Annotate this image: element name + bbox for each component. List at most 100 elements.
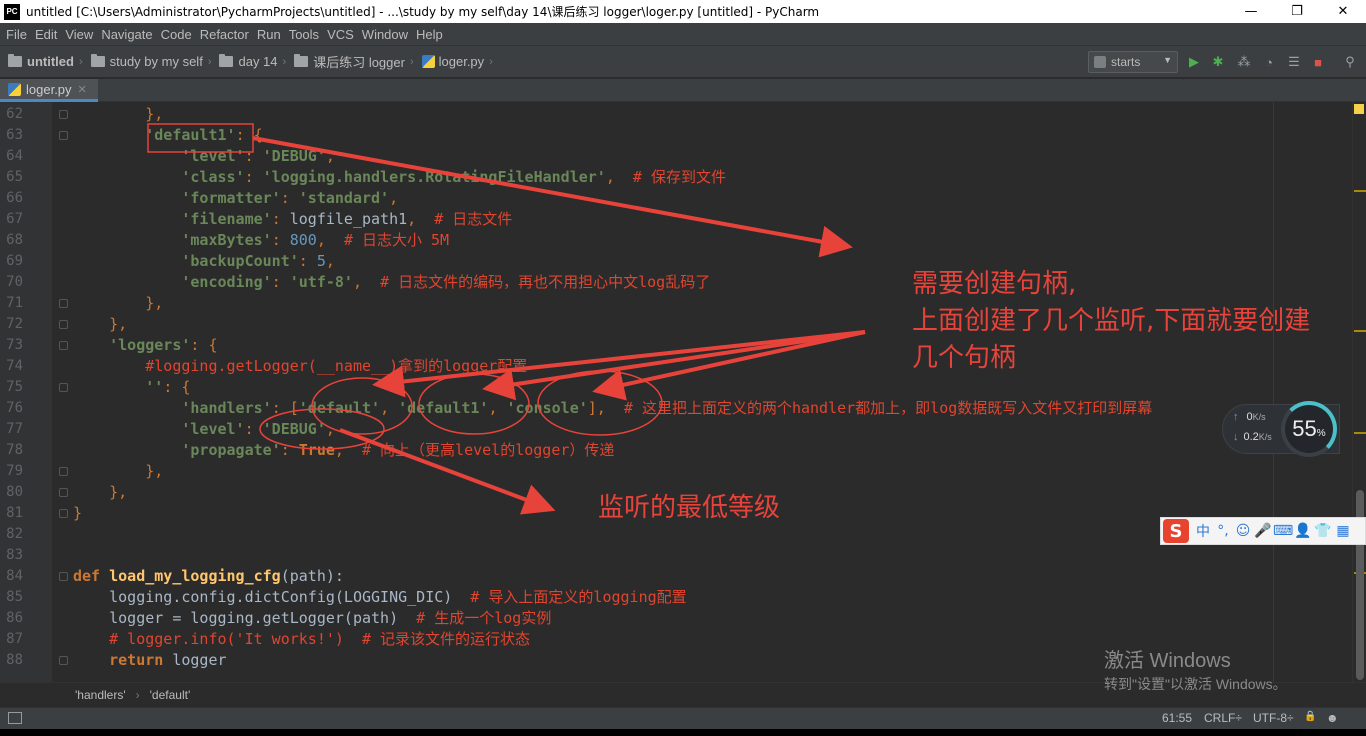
menu-view[interactable]: View (61, 27, 97, 42)
search-everywhere-icon[interactable]: ⚲ (1342, 54, 1358, 70)
line-number: 76 (6, 400, 23, 416)
chinese-mode-icon[interactable]: 中 (1193, 521, 1213, 541)
scroll-marker[interactable] (1354, 330, 1366, 332)
breadcrumb-folder-study[interactable]: study by my self › (90, 54, 211, 69)
code-editor[interactable]: 62 }, 63 'default1': {64 'level': 'DEBUG'… (0, 102, 1352, 682)
code-line[interactable]: 79 }, (0, 461, 1352, 482)
breadcrumb-folder-day14[interactable]: day 14 › (219, 54, 286, 69)
voice-icon[interactable]: 🎤 (1253, 523, 1273, 539)
code-line[interactable]: 82 (0, 524, 1352, 545)
code-token: def (73, 567, 110, 585)
restore-button[interactable]: ❐ (1274, 0, 1320, 23)
lock-icon[interactable]: 🔒 (1304, 711, 1316, 722)
scroll-marker[interactable] (1354, 190, 1366, 192)
breadcrumb-file[interactable]: loger.py › (421, 54, 493, 69)
line-number: 84 (6, 568, 23, 584)
menu-help[interactable]: Help (412, 27, 447, 42)
code-token: , (352, 273, 381, 291)
menu-refactor[interactable]: Refactor (196, 27, 253, 42)
code-line[interactable]: 62 }, (0, 104, 1352, 125)
fold-marker-icon[interactable] (59, 320, 68, 329)
coverage-icon[interactable]: ⁂ (1236, 54, 1252, 70)
line-number: 62 (6, 106, 23, 122)
fold-marker-icon[interactable] (59, 656, 68, 665)
editor-scrollbar[interactable] (1352, 102, 1366, 682)
keyboard-icon[interactable]: ⌨ (1273, 523, 1293, 539)
menu-window[interactable]: Window (358, 27, 412, 42)
code-line[interactable]: 86 logger = logging.getLogger(path) # 生成… (0, 608, 1352, 629)
code-token: # 向上（更高level的logger）传递 (362, 441, 615, 459)
line-number: 85 (6, 589, 23, 605)
caret-position[interactable]: 61:55 (1162, 711, 1192, 725)
code-line[interactable]: 78 'propagate': True, # 向上（更高level的logge… (0, 440, 1352, 461)
chevron-right-icon: › (409, 55, 414, 68)
fold-marker-icon[interactable] (59, 299, 68, 308)
fold-marker-icon[interactable] (59, 572, 68, 581)
breadcrumb-folder-logger[interactable]: 课后练习 logger › (294, 52, 414, 71)
memory-gauge[interactable]: 55% (1281, 401, 1337, 457)
menu-tools[interactable]: Tools (285, 27, 323, 42)
close-window-button[interactable]: ✕ (1320, 0, 1366, 23)
menu-navigate[interactable]: Navigate (97, 27, 156, 42)
code-line[interactable]: 84 def load_my_logging_cfg(path): (0, 566, 1352, 587)
profile-icon[interactable]: ◔ (1261, 54, 1277, 70)
code-line[interactable]: 66 'formatter': 'standard', (0, 188, 1352, 209)
code-line[interactable]: 63 'default1': { (0, 125, 1352, 146)
line-number: 68 (6, 232, 23, 248)
breadcrumb-project[interactable]: untitled › (8, 54, 83, 69)
fold-marker-icon[interactable] (59, 467, 68, 476)
menu-file[interactable]: File (2, 27, 31, 42)
code-token: 'utf-8' (289, 273, 353, 291)
tab-loger-py[interactable]: loger.py ✕ (0, 79, 98, 102)
gauge-percent: 55 (1292, 416, 1317, 441)
encoding-select[interactable]: UTF-8÷ (1253, 711, 1294, 725)
scroll-marker[interactable] (1354, 432, 1366, 434)
inspection-status-icon[interactable] (1354, 104, 1364, 114)
fold-marker-icon[interactable] (59, 488, 68, 497)
stop-icon[interactable]: ■ (1310, 54, 1326, 70)
code-line[interactable]: 83 (0, 545, 1352, 566)
menu-run[interactable]: Run (253, 27, 285, 42)
code-line[interactable]: 76 'handlers': ['default', 'default1', '… (0, 398, 1352, 419)
upload-unit: K/s (1252, 412, 1266, 422)
code-line[interactable]: 69 'backupCount': 5, (0, 251, 1352, 272)
code-line[interactable]: 85 logging.config.dictConfig(LOGGING_DIC… (0, 587, 1352, 608)
concurrency-icon[interactable]: ☰ (1286, 54, 1302, 70)
debug-icon[interactable]: ✱ (1210, 54, 1226, 70)
line-separator-select[interactable]: CRLF÷ (1204, 711, 1242, 725)
code-line[interactable]: 77 'level': 'DEBUG', (0, 419, 1352, 440)
run-icon[interactable]: ▶ (1186, 54, 1202, 70)
fold-marker-icon[interactable] (59, 341, 68, 350)
code-line[interactable]: 68 'maxBytes': 800, # 日志大小 5M (0, 230, 1352, 251)
fold-marker-icon[interactable] (59, 110, 68, 119)
code-line[interactable]: 74 #logging.getLogger(__name__)拿到的logger… (0, 356, 1352, 377)
code-line[interactable]: 67 'filename': logfile_path1, # 日志文件 (0, 209, 1352, 230)
sogou-logo-icon[interactable]: S (1163, 519, 1189, 543)
close-tab-icon[interactable]: ✕ (78, 83, 87, 96)
code-token: , (488, 399, 507, 417)
menu-code[interactable]: Code (157, 27, 196, 42)
code-line[interactable]: 75 '': { (0, 377, 1352, 398)
tool-windows-toggle-icon[interactable] (8, 712, 22, 724)
punctuation-icon[interactable]: °, (1213, 523, 1233, 539)
fold-marker-icon[interactable] (59, 509, 68, 518)
run-configuration-select[interactable]: starts ▼ (1088, 51, 1178, 73)
fold-marker-icon[interactable] (59, 131, 68, 140)
network-speed-widget[interactable]: ↑ 0K/s ↓ 0.2K/s 55% (1222, 401, 1340, 457)
minimize-button[interactable]: — (1228, 0, 1274, 23)
code-token: 'standard' (298, 189, 390, 207)
hector-icon[interactable]: ☻ (1326, 711, 1339, 725)
emoji-icon[interactable]: ☺ (1233, 523, 1253, 539)
code-line[interactable]: 87 # logger.info('It works!') # 记录该文件的运行… (0, 629, 1352, 650)
toolbox-icon[interactable]: ▦ (1333, 523, 1353, 539)
skin-icon[interactable]: 👕 (1313, 523, 1333, 539)
editor-crumb-default[interactable]: 'default' (150, 688, 191, 702)
editor-crumb-handlers[interactable]: 'handlers' (75, 688, 126, 702)
menu-edit[interactable]: Edit (31, 27, 61, 42)
code-line[interactable]: 70 'encoding': 'utf-8', # 日志文件的编码，再也不用担心… (0, 272, 1352, 293)
menu-vcs[interactable]: VCS (323, 27, 358, 42)
code-line[interactable]: 64 'level': 'DEBUG', (0, 146, 1352, 167)
code-line[interactable]: 65 'class': 'logging.handlers.RotatingFi… (0, 167, 1352, 188)
fold-marker-icon[interactable] (59, 383, 68, 392)
user-icon[interactable]: 👤 (1293, 523, 1313, 539)
